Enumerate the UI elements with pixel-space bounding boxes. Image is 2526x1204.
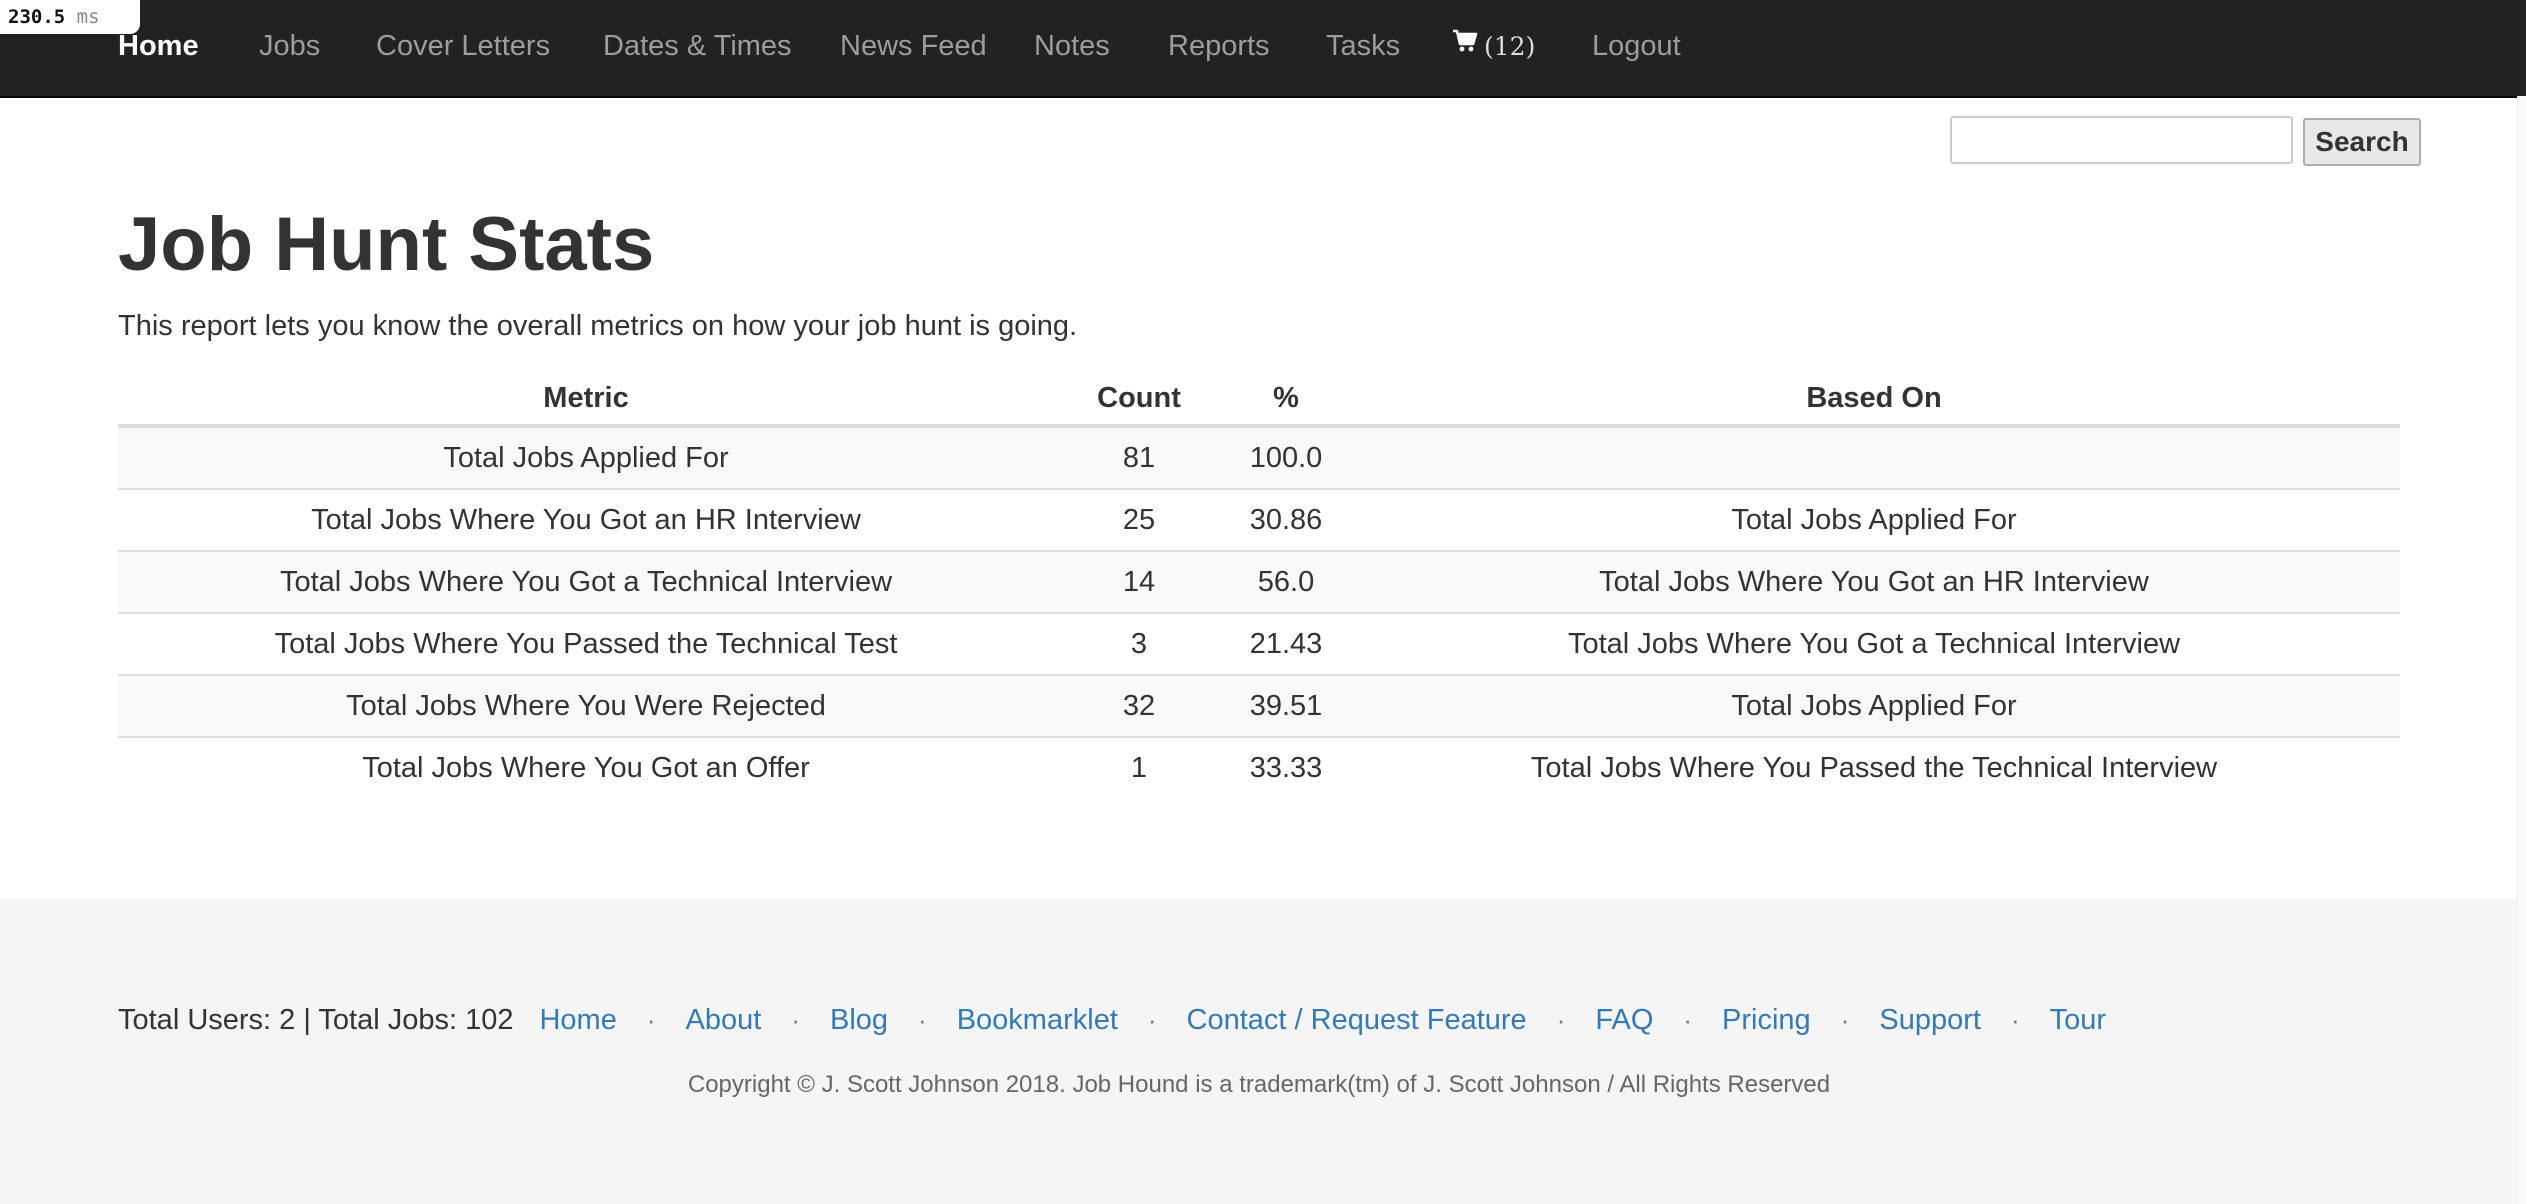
search-button[interactable]: Search	[2303, 118, 2421, 166]
cell-based-on	[1348, 426, 2400, 489]
cell-percent: 21.43	[1224, 612, 1348, 675]
page-description: This report lets you know the overall me…	[118, 310, 1078, 342]
nav-cart[interactable]: (12)	[1452, 0, 1535, 92]
copyright-text: Copyright © J. Scott Johnson 2018. Job H…	[687, 1071, 1831, 1098]
stats-table: Metric Count % Based On Total Jobs Appli…	[118, 372, 2400, 798]
cell-based-on: Total Jobs Where You Got a Technical Int…	[1348, 612, 2400, 675]
cell-percent: 30.86	[1224, 488, 1348, 551]
table-row: Total Jobs Where You Were Rejected 32 39…	[118, 674, 2400, 737]
footer-separator: ·	[1556, 1005, 1566, 1035]
table-header-row: Metric Count % Based On	[118, 372, 2400, 428]
timer-value: 230.5	[8, 6, 66, 28]
cell-metric: Total Jobs Where You Were Rejected	[118, 674, 1054, 737]
footer-separator: ·	[2010, 1005, 2020, 1035]
footer-separator: ·	[1840, 1005, 1850, 1035]
cart-count: (12)	[1484, 32, 1536, 61]
table-row: Total Jobs Where You Passed the Technica…	[118, 612, 2400, 675]
scrollbar-track[interactable]	[2517, 96, 2526, 1204]
footer-link-blog[interactable]: Blog	[830, 1000, 888, 1040]
cell-percent: 56.0	[1224, 550, 1348, 613]
cell-percent: 39.51	[1224, 674, 1348, 737]
nav-jobs[interactable]: Jobs	[259, 0, 320, 92]
cell-percent: 100.0	[1249, 441, 1323, 474]
nav-reports[interactable]: Reports	[1168, 0, 1270, 92]
footer-link-contact[interactable]: Contact / Request Feature	[1187, 1000, 1527, 1040]
nav-tasks[interactable]: Tasks	[1326, 0, 1400, 92]
cell-metric: Total Jobs Where You Got a Technical Int…	[118, 550, 1054, 613]
cell-metric: Total Jobs Where You Passed the Technica…	[118, 612, 1054, 675]
nav-cover-letters[interactable]: Cover Letters	[376, 0, 550, 92]
nav-logout[interactable]: Logout	[1592, 0, 1681, 92]
cell-count: 25	[1054, 488, 1224, 551]
search-input[interactable]	[1950, 116, 2293, 164]
footer-separator: ·	[1683, 1005, 1693, 1035]
cell-metric: Total Jobs Where You Got an Offer	[118, 736, 1054, 798]
header-count: Count	[1054, 372, 1224, 428]
cell-count: 32	[1054, 674, 1224, 737]
table-row: Total Jobs Where You Got an Offer 1 33.3…	[118, 736, 2400, 798]
cell-based-on: Total Jobs Where You Got an HR Interview	[1348, 550, 2400, 613]
cell-count: 14	[1054, 550, 1224, 613]
cell-metric: Total Jobs Where You Got an HR Interview	[118, 488, 1054, 551]
footer-separator: ·	[1147, 1005, 1157, 1035]
table-row: Total Jobs Applied For 81 100.0	[118, 426, 2400, 489]
footer-link-support[interactable]: Support	[1879, 1000, 1981, 1040]
timer-unit: ms	[76, 6, 100, 28]
copyright: Copyright © J. Scott Johnson 2018. Job H…	[0, 1068, 2526, 1102]
cart-icon	[1452, 0, 1478, 90]
footer-link-pricing[interactable]: Pricing	[1722, 1000, 1811, 1040]
cell-percent: 33.33	[1224, 736, 1348, 798]
header-based-on: Based On	[1348, 372, 2400, 428]
footer-link-about[interactable]: About	[686, 1000, 762, 1040]
footer-link-faq[interactable]: FAQ	[1595, 1000, 1653, 1040]
table-row: Total Jobs Where You Got an HR Interview…	[118, 488, 2400, 551]
cell-based-on: Total Jobs Applied For	[1348, 674, 2400, 737]
cell-count: 1	[1054, 736, 1224, 798]
render-timer: 230.5 ms	[0, 0, 140, 34]
cell-count: 3	[1054, 612, 1224, 675]
page-title: Job Hunt Stats	[118, 202, 655, 287]
header-percent: %	[1224, 372, 1348, 428]
footer-separator: ·	[791, 1005, 800, 1035]
table-row: Total Jobs Where You Got a Technical Int…	[118, 550, 2400, 613]
footer-link-bookmarklet[interactable]: Bookmarklet	[957, 1000, 1118, 1040]
cell-based-on: Total Jobs Applied For	[1348, 488, 2400, 551]
footer	[0, 899, 2526, 1204]
footer-separator: ·	[918, 1005, 927, 1035]
nav-news-feed[interactable]: News Feed	[840, 0, 987, 92]
header-metric: Metric	[118, 372, 1054, 428]
nav-notes[interactable]: Notes	[1034, 0, 1110, 92]
footer-links: Total Users: 2 | Total Jobs: 102 Home · …	[118, 1000, 2106, 1040]
navbar: Home Jobs Cover Letters Dates & Times Ne…	[0, 0, 2526, 98]
footer-link-home[interactable]: Home	[539, 1000, 616, 1040]
nav-dates-times[interactable]: Dates & Times	[603, 0, 792, 92]
footer-separator: ·	[646, 1005, 656, 1035]
cell-metric: Total Jobs Applied For	[443, 441, 729, 474]
footer-stats: Total Users: 2 | Total Jobs: 102	[118, 1004, 514, 1036]
cell-count: 81	[1122, 441, 1156, 474]
cell-based-on: Total Jobs Where You Passed the Technica…	[1348, 736, 2400, 798]
footer-link-tour[interactable]: Tour	[2050, 1000, 2106, 1040]
